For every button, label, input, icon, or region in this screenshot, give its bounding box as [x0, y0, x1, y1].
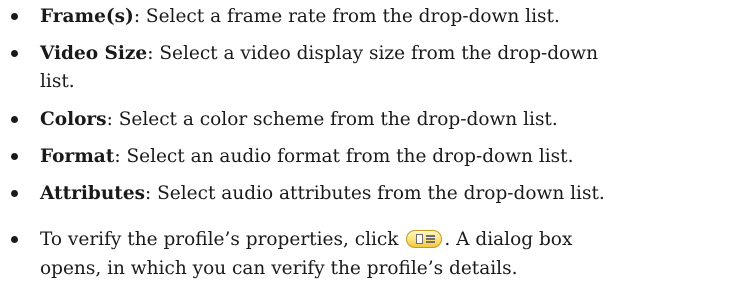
- bullet-dot: [11, 13, 18, 20]
- item-text: Format: Select an audio format from the …: [40, 142, 740, 171]
- item-term: Colors: [40, 109, 107, 130]
- profile-properties-icon: [416, 234, 424, 244]
- item-desc: : Select a frame rate from the drop-down…: [133, 6, 560, 27]
- item-term: Frame(s): [40, 6, 134, 27]
- verify-text-continued: opens, in which you can verify the profi…: [40, 258, 518, 279]
- item-desc: : Select a video display size from the d…: [147, 43, 599, 64]
- document-page: Frame(s): Select a frame rate from the d…: [0, 0, 747, 302]
- bullet-dot: [11, 236, 18, 243]
- bullet-dot: [11, 50, 18, 57]
- item-text: Attributes: Select audio attributes from…: [40, 179, 740, 208]
- item-desc: : Select an audio format from the drop-d…: [114, 146, 574, 167]
- item-desc: : Select a color scheme from the drop-do…: [106, 109, 558, 130]
- item-desc: : Select audio attributes from the drop-…: [145, 183, 605, 204]
- verify-text-after: . A dialog box: [444, 229, 573, 250]
- item-term: Attributes: [40, 183, 146, 204]
- item-text: Video Size: Select a video display size …: [40, 39, 740, 68]
- bullet-dot: [11, 116, 18, 123]
- list-icon: [426, 234, 436, 244]
- item-text: Frame(s): Select a frame rate from the d…: [40, 2, 740, 31]
- item-term: Format: [40, 146, 115, 167]
- item-term: Video Size: [40, 43, 148, 64]
- bullet-dot: [11, 190, 18, 197]
- bullet-dot: [11, 153, 18, 160]
- item-desc-continued: list.: [40, 71, 75, 92]
- item-text: To verify the profile’s properties, clic…: [40, 225, 740, 254]
- item-text: Colors: Select a color scheme from the d…: [40, 105, 740, 134]
- verify-text-before: To verify the profile’s properties, clic…: [40, 229, 405, 250]
- profile-properties-button[interactable]: [406, 230, 443, 248]
